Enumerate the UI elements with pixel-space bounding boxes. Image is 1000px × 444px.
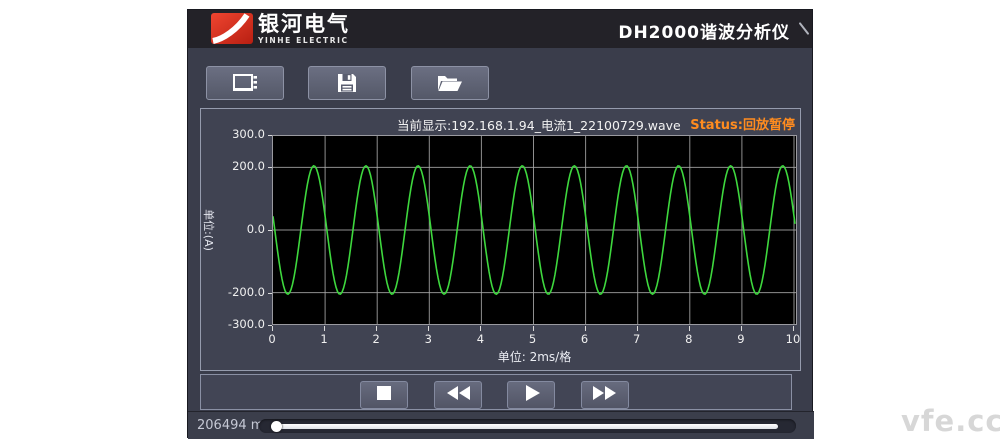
x-tick-label: 7	[633, 332, 640, 346]
x-tick-mark	[324, 326, 325, 331]
brand-block: 银河电气 YINHE ELECTRIC	[258, 12, 350, 45]
display-button[interactable]	[206, 66, 284, 100]
x-tick-mark	[428, 326, 429, 331]
save-icon	[336, 72, 358, 94]
y-tick-label: -200.0	[205, 285, 265, 299]
stop-icon	[360, 379, 408, 411]
status-bar: 206494 ms	[188, 411, 814, 439]
y-tick-mark	[268, 167, 272, 168]
x-tick-label: 10	[786, 332, 801, 346]
x-tick-label: 8	[685, 332, 692, 346]
brand-name-en: YINHE ELECTRIC	[258, 36, 350, 45]
y-tick-mark	[268, 230, 272, 231]
y-tick-label: 300.0	[205, 127, 265, 141]
y-tick-mark	[268, 135, 272, 136]
transport-bar	[200, 374, 792, 410]
stop-button[interactable]	[360, 381, 408, 409]
x-tick-label: 2	[373, 332, 380, 346]
x-tick-label: 4	[477, 332, 484, 346]
y-tick-label: -300.0	[205, 317, 265, 331]
x-tick-mark	[689, 326, 690, 331]
brand-logo-icon	[211, 13, 253, 44]
y-tick-label: 0.0	[205, 222, 265, 236]
x-tick-label: 3	[425, 332, 432, 346]
fast-forward-button[interactable]	[581, 381, 629, 409]
save-button[interactable]	[308, 66, 386, 100]
app-title: DH2000谐波分析仪	[618, 18, 790, 43]
title-bar: 银河电气 YINHE ELECTRIC DH2000谐波分析仪	[188, 10, 812, 48]
waveform-panel: 当前显示:192.168.1.94_电流1_22100729.wave Stat…	[200, 108, 801, 371]
x-tick-mark	[741, 326, 742, 331]
x-tick-mark	[585, 326, 586, 331]
open-file-button[interactable]	[411, 66, 489, 100]
brand-name-cn: 银河电气	[258, 12, 350, 36]
seek-slider-thumb[interactable]	[271, 421, 282, 432]
current-display-label: 当前显示:192.168.1.94_电流1_22100729.wave	[397, 115, 681, 134]
playback-status: Status:回放暂停	[690, 114, 795, 133]
fast-forward-icon	[581, 379, 629, 411]
x-tick-mark	[637, 326, 638, 331]
mouse-cursor-artifact	[799, 22, 810, 35]
watermark: vfe.cc	[901, 404, 1000, 438]
x-tick-label: 6	[581, 332, 588, 346]
y-tick-mark	[268, 293, 272, 294]
y-tick-label: 200.0	[205, 159, 265, 173]
x-axis-unit-label: 单位: 2ms/格	[272, 348, 797, 365]
x-tick-mark	[480, 326, 481, 331]
screenshot-canvas: 银河电气 YINHE ELECTRIC DH2000谐波分析仪	[0, 0, 1000, 444]
x-tick-label: 5	[529, 332, 536, 346]
app-window: 银河电气 YINHE ELECTRIC DH2000谐波分析仪	[187, 9, 813, 438]
play-icon	[507, 379, 555, 411]
display-icon	[232, 72, 259, 94]
play-button[interactable]	[507, 381, 555, 409]
waveform-plot	[272, 135, 797, 325]
rewind-button[interactable]	[434, 381, 482, 409]
x-tick-mark	[533, 326, 534, 331]
x-tick-label: 0	[268, 332, 275, 346]
rewind-icon	[434, 379, 482, 411]
x-tick-mark	[793, 326, 794, 331]
seek-slider-track[interactable]	[259, 419, 796, 433]
x-tick-mark	[272, 326, 273, 331]
x-tick-label: 9	[737, 332, 744, 346]
seek-slider-fill	[271, 424, 778, 429]
open-folder-icon	[436, 72, 464, 94]
x-tick-mark	[376, 326, 377, 331]
x-tick-label: 1	[320, 332, 327, 346]
